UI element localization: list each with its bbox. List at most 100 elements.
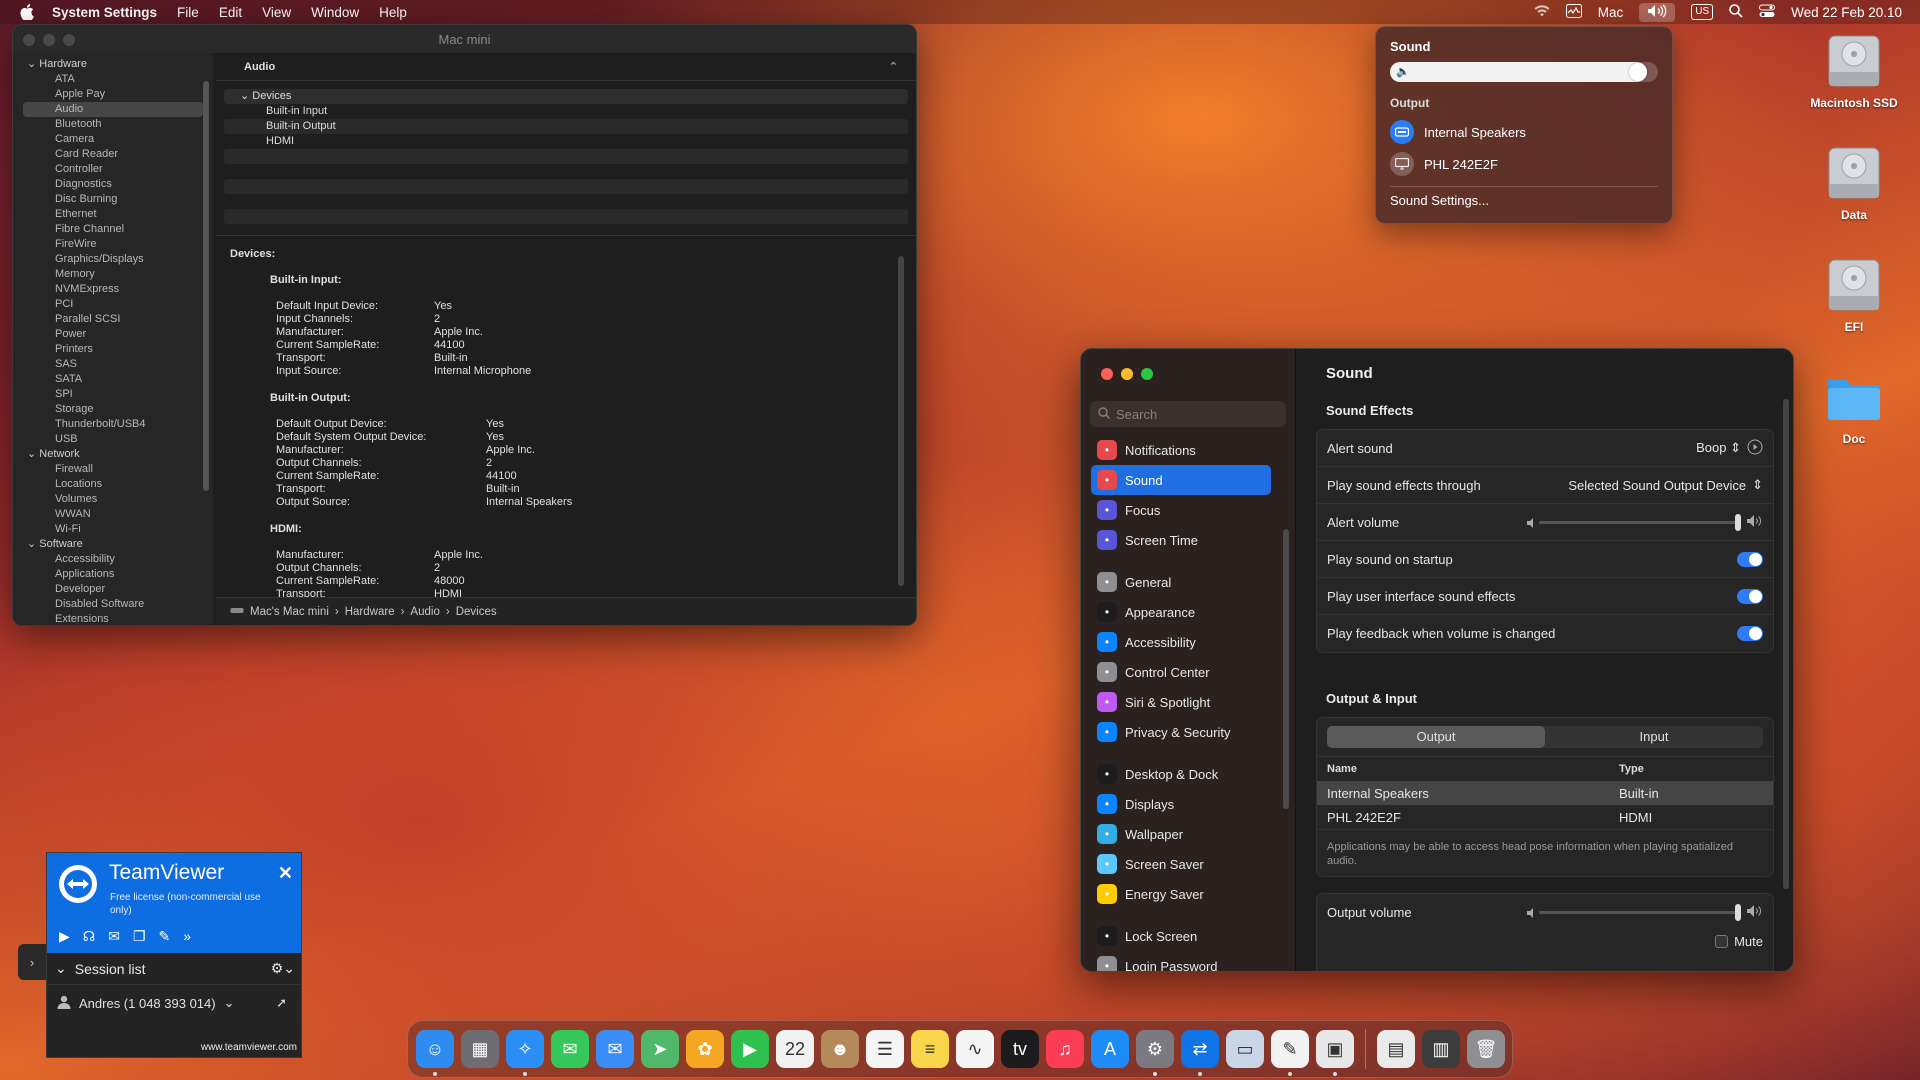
output-volume-slider[interactable] bbox=[1539, 904, 1741, 921]
menu-host-name[interactable]: Mac bbox=[1598, 5, 1624, 20]
tree-item[interactable]: SPI bbox=[13, 387, 213, 402]
tree-item[interactable]: Memory bbox=[13, 267, 213, 282]
output-phl-monitor[interactable]: PHL 242E2F bbox=[1390, 148, 1658, 180]
menu-help[interactable]: Help bbox=[379, 5, 407, 20]
desktop-disk-efi[interactable]: EFI bbox=[1794, 258, 1914, 334]
sidebar-scrollbar[interactable] bbox=[203, 81, 209, 491]
chevron-up-icon[interactable]: ⌃ bbox=[889, 53, 898, 81]
sidebar-scrollbar[interactable] bbox=[1283, 529, 1289, 809]
tree-item[interactable]: Graphics/Displays bbox=[13, 252, 213, 267]
breadcrumb-item[interactable]: Mac's Mac mini bbox=[250, 606, 329, 618]
tree-item[interactable]: Locations bbox=[13, 477, 213, 492]
volume-slider[interactable]: 🔈 bbox=[1390, 62, 1658, 82]
zoom-button[interactable] bbox=[1141, 368, 1153, 380]
tree-item[interactable]: ATA bbox=[13, 72, 213, 87]
launchpad-icon[interactable]: ▦ bbox=[461, 1030, 499, 1068]
notes-icon[interactable]: ≡ bbox=[911, 1030, 949, 1068]
maps-icon[interactable]: ➤ bbox=[641, 1030, 679, 1068]
tree-category[interactable]: ⌄ Network bbox=[13, 447, 213, 462]
tree-item[interactable]: Apple Pay bbox=[13, 87, 213, 102]
sidebar-item-login-password[interactable]: • Login Password bbox=[1091, 951, 1271, 971]
teamviewer-expand-tab[interactable]: › bbox=[18, 944, 46, 980]
textedit-icon[interactable]: ✎ bbox=[1271, 1030, 1309, 1076]
tree-item[interactable]: Ethernet bbox=[13, 207, 213, 222]
menu-view[interactable]: View bbox=[262, 5, 291, 20]
session-user-row[interactable]: Andres (1 048 393 014) ⌄ ➚ bbox=[47, 985, 301, 1021]
ui-sound-toggle[interactable] bbox=[1737, 588, 1763, 604]
device-row-hdmi[interactable]: HDMI bbox=[224, 134, 908, 149]
control-center-icon[interactable] bbox=[1759, 4, 1776, 21]
contacts-icon[interactable]: ☻ bbox=[821, 1030, 859, 1068]
mute-checkbox[interactable] bbox=[1715, 935, 1729, 948]
column-name[interactable]: Name bbox=[1327, 763, 1619, 775]
sidebar-item-screen-saver[interactable]: • Screen Saver bbox=[1091, 849, 1271, 879]
tree-item[interactable]: Card Reader bbox=[13, 147, 213, 162]
effects-through-popup[interactable]: Selected Sound Output Device ⇕ bbox=[1568, 477, 1763, 493]
tree-item[interactable]: Firewall bbox=[13, 462, 213, 477]
tree-item[interactable]: Thunderbolt/USB4 bbox=[13, 417, 213, 432]
sidebar-item-control-center[interactable]: • Control Center bbox=[1091, 657, 1271, 687]
sidebar-item-wallpaper[interactable]: • Wallpaper bbox=[1091, 819, 1271, 849]
tab-output[interactable]: Output bbox=[1327, 726, 1545, 748]
desktop-disk-data[interactable]: Data bbox=[1794, 146, 1914, 222]
tree-item[interactable]: WWAN bbox=[13, 507, 213, 522]
menu-clock[interactable]: Wed 22 Feb 20.10 bbox=[1791, 5, 1902, 20]
tree-item[interactable]: Wi-Fi bbox=[13, 522, 213, 537]
tv-icon[interactable]: tv bbox=[1001, 1030, 1039, 1068]
teamviewer-url[interactable]: www.teamviewer.com bbox=[201, 1042, 297, 1053]
tree-item[interactable]: Applications bbox=[13, 567, 213, 582]
sidebar-item-general[interactable]: • General bbox=[1091, 567, 1271, 597]
tree-item[interactable]: Controller bbox=[13, 162, 213, 177]
system-settings-icon[interactable]: ⚙ bbox=[1136, 1030, 1174, 1076]
wifi-icon[interactable] bbox=[1534, 4, 1550, 20]
zoom-button[interactable] bbox=[63, 34, 75, 46]
table-row[interactable]: Internal Speakers Built-in bbox=[1317, 781, 1773, 805]
calendar-icon[interactable]: 22 bbox=[776, 1030, 814, 1068]
tree-item[interactable]: FireWire bbox=[13, 237, 213, 252]
chat-icon[interactable]: ✉ bbox=[108, 928, 120, 945]
close-button[interactable] bbox=[23, 34, 35, 46]
menu-window[interactable]: Window bbox=[311, 5, 359, 20]
facetime-icon[interactable]: ▶ bbox=[731, 1030, 769, 1068]
sidebar-item-desktop-dock[interactable]: • Desktop & Dock bbox=[1091, 759, 1271, 789]
tools-icon[interactable]: ✎ bbox=[159, 928, 171, 945]
video-icon[interactable]: ▶ bbox=[59, 928, 70, 945]
session-list-header[interactable]: ⌄ Session list ⚙⌄ bbox=[47, 953, 301, 985]
tree-item[interactable]: Volumes bbox=[13, 492, 213, 507]
main-scrollbar[interactable] bbox=[1783, 399, 1789, 889]
tree-item[interactable]: Accessibility bbox=[13, 552, 213, 567]
finder-icon[interactable]: ☺ bbox=[416, 1030, 454, 1076]
devices-group-row[interactable]: ⌄ Devices bbox=[224, 89, 908, 104]
tree-item[interactable]: Printers bbox=[13, 342, 213, 357]
more-icon[interactable]: » bbox=[183, 928, 191, 945]
mail-icon[interactable]: ✉ bbox=[596, 1030, 634, 1068]
tree-item[interactable]: Diagnostics bbox=[13, 177, 213, 192]
minimize-button[interactable] bbox=[43, 34, 55, 46]
menu-file[interactable]: File bbox=[177, 5, 199, 20]
sidebar-item-lock-screen[interactable]: • Lock Screen bbox=[1091, 921, 1271, 951]
menu-app-name[interactable]: System Settings bbox=[52, 5, 157, 20]
app-store-icon[interactable]: A bbox=[1091, 1030, 1129, 1068]
sidebar-item-accessibility[interactable]: • Accessibility bbox=[1091, 627, 1271, 657]
activity-monitor-icon[interactable] bbox=[1565, 3, 1582, 21]
alert-sound-popup[interactable]: Boop ⇕ bbox=[1696, 440, 1741, 456]
close-icon[interactable]: ✕ bbox=[278, 863, 293, 884]
output-internal-speakers[interactable]: Internal Speakers bbox=[1390, 116, 1658, 148]
breadcrumb-item[interactable]: Audio bbox=[410, 606, 439, 618]
teamviewer-icon[interactable]: ⇄ bbox=[1181, 1030, 1219, 1076]
freeform-icon[interactable]: ∿ bbox=[956, 1030, 994, 1068]
sidebar-item-screen-time[interactable]: • Screen Time bbox=[1091, 525, 1271, 555]
mute-checkbox-row[interactable]: Mute bbox=[1715, 934, 1763, 949]
tree-item[interactable]: Extensions bbox=[13, 612, 213, 625]
downloads-stack-icon[interactable]: ▥ bbox=[1422, 1030, 1460, 1068]
sidebar-item-appearance[interactable]: • Appearance bbox=[1091, 597, 1271, 627]
tree-item[interactable]: Camera bbox=[13, 132, 213, 147]
desktop-folder-doc[interactable]: Doc bbox=[1794, 370, 1914, 446]
gear-icon[interactable]: ⚙⌄ bbox=[271, 960, 295, 977]
minimize-button[interactable] bbox=[1121, 368, 1133, 380]
system-information-icon[interactable]: ▣ bbox=[1316, 1030, 1354, 1076]
music-icon[interactable]: ♫ bbox=[1046, 1030, 1084, 1068]
window-titlebar[interactable]: Mac mini bbox=[13, 25, 916, 53]
column-header[interactable]: Audio ⌃ bbox=[216, 53, 916, 81]
pointer-icon[interactable]: ➚ bbox=[276, 995, 287, 1011]
